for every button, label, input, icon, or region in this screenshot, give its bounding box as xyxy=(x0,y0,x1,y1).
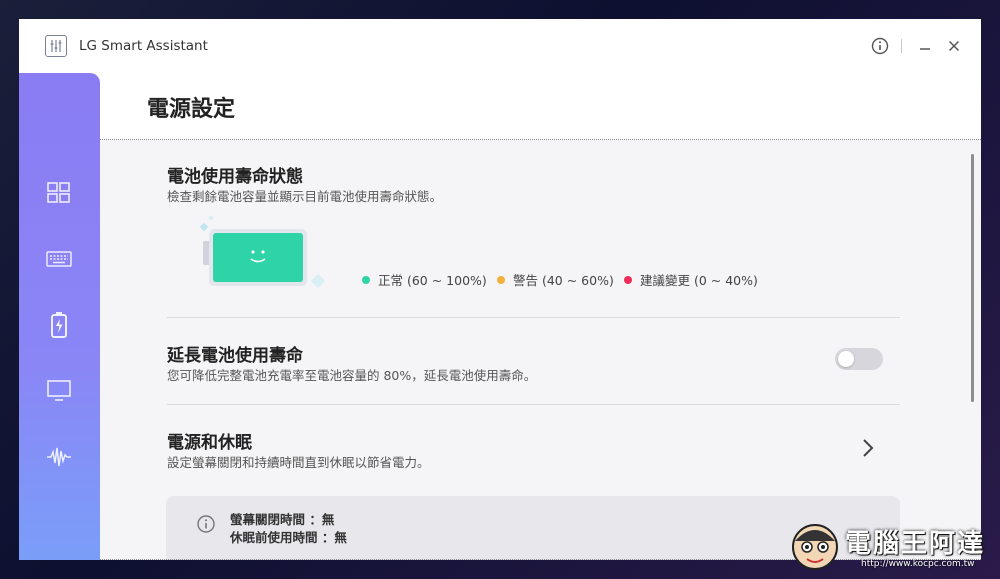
page-title: 電源設定 xyxy=(147,97,236,122)
sidebar xyxy=(19,73,100,560)
info-circle-icon xyxy=(196,514,216,534)
keyboard-icon xyxy=(46,251,72,267)
close-icon[interactable] xyxy=(944,36,964,56)
sleep-time: 休眠前使用時間 ：無 xyxy=(230,530,347,545)
sidebar-item-monitor[interactable] xyxy=(37,368,81,412)
mascot-icon xyxy=(792,524,838,570)
titlebar-separator xyxy=(901,39,902,53)
battery-health-title: 電池使用壽命狀態 xyxy=(167,167,303,187)
dashboard-icon xyxy=(47,182,70,203)
screen-off-time: 螢幕關閉時間 ：無 xyxy=(230,512,335,527)
title-bar: LG Smart Assistant xyxy=(19,19,981,73)
info-icon[interactable] xyxy=(870,36,890,56)
legend-warning: 警告 (40 ~ 60%) xyxy=(497,270,614,289)
minimize-icon[interactable] xyxy=(915,36,935,56)
app-logo-icon xyxy=(45,35,67,57)
legend-normal-label: 正常 (60 ~ 100%) xyxy=(378,273,487,288)
legend-dot-replace xyxy=(624,276,632,284)
chevron-right-icon[interactable] xyxy=(859,437,877,459)
app-window: LG Smart Assistant 電源設定 電池使用壽命狀態 檢查剩餘電池容… xyxy=(19,19,981,560)
battery-health-desc: 檢查剩餘電池容量並顯示目前電池使用壽命狀態。 xyxy=(167,189,443,204)
monitor-icon xyxy=(47,380,71,401)
sidebar-item-battery[interactable] xyxy=(37,303,81,347)
sidebar-item-audio[interactable] xyxy=(37,435,81,479)
extend-battery-title: 延長電池使用壽命 xyxy=(167,346,303,366)
legend-normal: 正常 (60 ~ 100%) xyxy=(362,270,487,289)
battery-illustration xyxy=(191,214,331,304)
section-divider xyxy=(167,317,900,318)
legend-warning-label: 警告 (40 ~ 60%) xyxy=(513,273,614,288)
legend-dot-normal xyxy=(362,276,370,284)
legend-dot-warning xyxy=(497,276,505,284)
sidebar-item-keyboard[interactable] xyxy=(37,237,81,281)
watermark-title: 電腦王阿達 xyxy=(845,529,986,559)
power-sleep-title: 電源和休眠 xyxy=(167,433,252,453)
app-title: LG Smart Assistant xyxy=(79,38,208,54)
legend-replace: 建議變更 (0 ~ 40%) xyxy=(624,270,758,289)
watermark: 電腦王阿達 http://www.kocpc.com.tw xyxy=(787,515,997,577)
audio-wave-icon xyxy=(47,447,71,467)
watermark-url: http://www.kocpc.com.tw xyxy=(861,559,975,569)
toggle-knob xyxy=(838,351,854,367)
section-divider xyxy=(167,404,900,405)
extend-battery-toggle[interactable] xyxy=(835,348,883,370)
battery-icon xyxy=(51,312,67,338)
sidebar-item-dashboard[interactable] xyxy=(37,170,81,214)
legend-replace-label: 建議變更 (0 ~ 40%) xyxy=(640,273,758,288)
power-sleep-desc: 設定螢幕關閉和持續時間直到休眠以節省電力。 xyxy=(167,455,430,470)
extend-battery-desc: 您可降低完整電池充電率至電池容量的 80%，延長電池使用壽命。 xyxy=(167,368,537,383)
scrollbar[interactable] xyxy=(971,154,974,402)
